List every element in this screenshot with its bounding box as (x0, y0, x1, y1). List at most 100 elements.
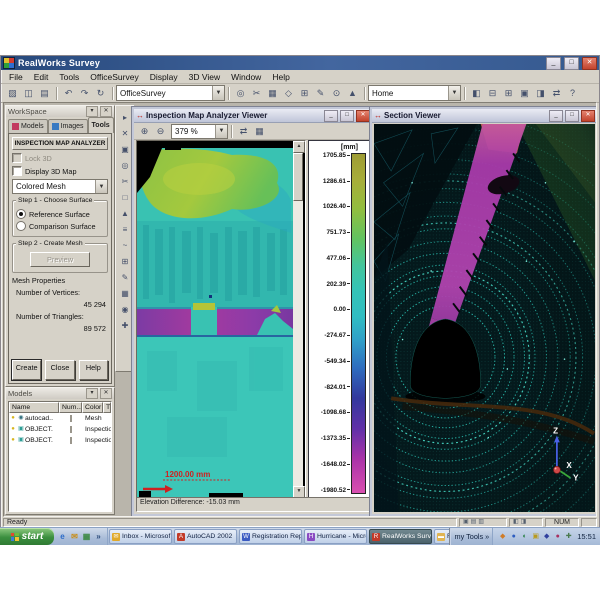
mail-quicklaunch-icon[interactable]: ✉ (69, 531, 80, 542)
task-button-realworks[interactable]: R RealWorks Survey (369, 529, 432, 544)
menu-item[interactable]: Display (145, 71, 184, 83)
chevron-down-icon[interactable]: ▼ (95, 180, 107, 193)
column-num[interactable]: Num... (59, 402, 82, 413)
profile-icon[interactable]: ~ (118, 237, 132, 253)
tray-icon-6[interactable]: ● (553, 532, 562, 541)
visibility-bulb-icon[interactable]: ● (9, 436, 17, 445)
zoom-out-icon[interactable]: ⊖ (153, 124, 168, 139)
chevron-down-icon[interactable]: ▼ (448, 86, 460, 100)
new-window-icon[interactable]: ▣ (517, 86, 532, 101)
view-window-icon-3[interactable]: ▥ (478, 519, 484, 526)
menu-item[interactable]: OfficeSurvey (85, 71, 145, 83)
plane-icon[interactable]: ◇ (281, 86, 296, 101)
color-swatch[interactable] (70, 415, 72, 422)
resize-grip[interactable] (581, 518, 597, 527)
menu-item[interactable]: Help (267, 71, 295, 83)
color-swatch[interactable] (70, 437, 72, 444)
minimize-button[interactable]: _ (324, 110, 338, 122)
split-view-icon[interactable]: ◨ (533, 86, 548, 101)
print-icon[interactable]: ▤ (37, 86, 52, 101)
chevron-down-icon[interactable]: ▼ (212, 86, 224, 100)
zoom-in-icon[interactable]: ⊕ (137, 124, 152, 139)
limit-box-icon[interactable]: □ (118, 189, 132, 205)
column-color[interactable]: Color (82, 402, 103, 413)
measure-icon[interactable]: ⊞ (297, 86, 312, 101)
column-type[interactable]: Type (103, 402, 111, 413)
grid-view-icon[interactable]: ▦ (252, 124, 267, 139)
mesh-type-combo[interactable]: Colored Mesh ▼ (12, 179, 108, 194)
tab-models[interactable]: Models (8, 119, 48, 133)
cascade-icon[interactable]: ◧ (469, 86, 484, 101)
sampling-icon[interactable]: ▣ (118, 141, 132, 157)
target-analyzer-icon[interactable]: ◎ (118, 157, 132, 173)
quicklaunch-overflow-chevron[interactable]: » (93, 531, 104, 542)
tab-images[interactable]: Images (48, 119, 88, 133)
table-row[interactable]: ● ▣ OBJECT... Inspectio... (9, 435, 111, 446)
create-button[interactable]: Create (12, 360, 41, 380)
sync-views-icon[interactable]: ⇄ (549, 86, 564, 101)
tray-icon-3[interactable]: ◐ (520, 532, 529, 541)
target-icon[interactable]: ◎ (233, 86, 248, 101)
home-combo[interactable]: Home ▼ (368, 85, 461, 101)
mesh-icon[interactable]: ▦ (265, 86, 280, 101)
scroll-up-icon[interactable]: ▲ (293, 141, 305, 153)
task-button-registration[interactable]: W Registration Rep... (239, 529, 302, 544)
menu-item[interactable]: File (4, 71, 29, 83)
vertical-scrollbar[interactable]: ▲ ▼ (293, 141, 303, 498)
models-panel-header[interactable]: Models ▾✕ (6, 388, 114, 399)
my-tools-toolbar[interactable]: my Tools » (449, 528, 492, 545)
tray-icon-2[interactable]: ● (509, 532, 518, 541)
panel-close-icon[interactable]: ✕ (100, 388, 112, 399)
section-3d-canvas[interactable]: Z X Y (374, 124, 595, 512)
task-button-inbox[interactable]: ✉ Inbox - Microsof... (109, 529, 172, 544)
task-button-fb-to-pb[interactable]: ▬ FB to PB (434, 529, 449, 544)
zoom-level-combo[interactable]: 379 % ▼ (171, 124, 228, 139)
help-pointer-icon[interactable]: ? (565, 86, 580, 101)
fit-view-icon[interactable]: ▲ (345, 86, 360, 101)
menu-item[interactable]: Window (226, 71, 267, 83)
menu-item[interactable]: 3D View (184, 71, 227, 83)
checkbox-icon[interactable] (12, 166, 22, 176)
ie-quicklaunch-icon[interactable]: e (57, 531, 68, 542)
module-combo[interactable]: OfficeSurvey ▼ (116, 85, 225, 101)
task-button-autocad[interactable]: A AutoCAD 2002 (174, 529, 237, 544)
display-3d-map-checkbox[interactable]: Display 3D Map (12, 166, 108, 176)
visibility-bulb-icon[interactable]: ● (9, 414, 17, 423)
link-icon-1[interactable]: ◧ (513, 519, 519, 526)
refresh-icon[interactable]: ↻ (93, 86, 108, 101)
deselect-icon[interactable]: ✕ (118, 125, 132, 141)
select-icon[interactable]: ▸ (118, 109, 132, 125)
segmentation-icon[interactable]: ✂ (118, 173, 132, 189)
table-row[interactable]: ● ◉ autocad... Mesh (9, 413, 111, 424)
camera-icon[interactable]: ◉ (118, 301, 132, 317)
tray-icon-5[interactable]: ◆ (542, 532, 551, 541)
tile-horizontal-icon[interactable]: ⊟ (485, 86, 500, 101)
close-button[interactable]: ✕ (582, 57, 597, 70)
minimize-button[interactable]: _ (546, 57, 561, 70)
panel-menu-icon[interactable]: ▾ (86, 106, 98, 117)
start-button[interactable]: start (0, 528, 54, 545)
measure-tool-icon[interactable]: ⊞ (118, 253, 132, 269)
task-button-hurricane[interactable]: H Hurricane - Micro... (304, 529, 367, 544)
menu-item[interactable]: Edit (29, 71, 55, 83)
chevron-down-icon[interactable]: ▼ (215, 125, 227, 138)
more-tools-icon[interactable]: ✚ (118, 317, 132, 333)
annotation-icon[interactable]: ✎ (118, 269, 132, 285)
panel-close-icon[interactable]: ✕ (100, 106, 112, 117)
tab-tools[interactable]: Tools (88, 117, 114, 133)
help-button[interactable]: Help (79, 360, 108, 380)
minimize-button[interactable]: _ (549, 110, 563, 122)
image-tool-icon[interactable]: ▦ (118, 285, 132, 301)
tray-icon-1[interactable]: ◆ (498, 532, 507, 541)
scrollbar-thumb[interactable] (293, 153, 303, 201)
inspection-map-canvas[interactable]: 1200.00 mm (137, 141, 293, 498)
tile-vertical-icon[interactable]: ⊞ (501, 86, 516, 101)
close-form-button[interactable]: Close (45, 360, 74, 380)
annotate-icon[interactable]: ✎ (313, 86, 328, 101)
menu-item[interactable]: Tools (54, 71, 85, 83)
mesh-creation-icon[interactable]: ▲ (118, 205, 132, 221)
reference-surface-radio[interactable]: Reference Surface (16, 209, 104, 219)
color-swatch[interactable] (70, 426, 72, 433)
table-row[interactable]: ● ▣ OBJECT... Inspectio... (9, 424, 111, 435)
radio-icon[interactable] (16, 221, 26, 231)
